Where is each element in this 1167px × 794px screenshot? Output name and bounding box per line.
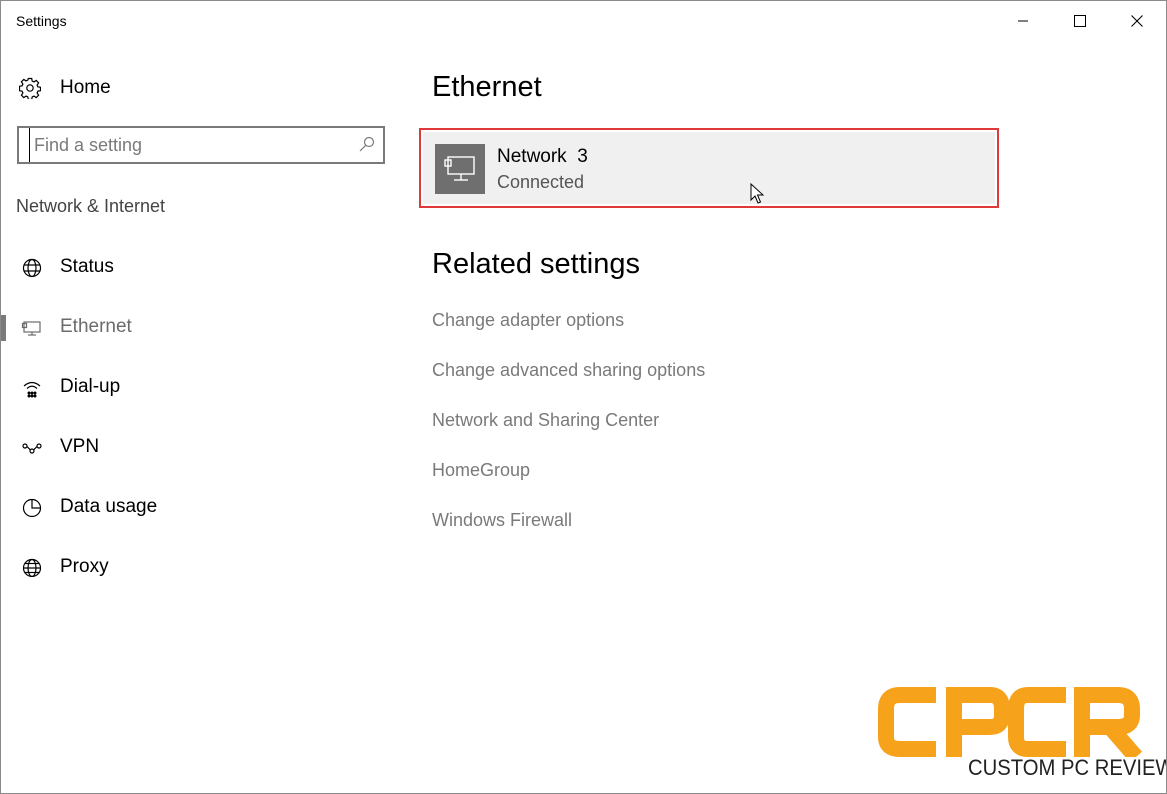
globe-status-icon: [21, 257, 43, 279]
network-connection-card[interactable]: Network 3 Connected: [419, 128, 999, 208]
home-nav-item[interactable]: Home: [19, 75, 111, 101]
globe-icon: [21, 557, 43, 579]
cpcr-logo-icon: [878, 687, 1143, 763]
home-label: Home: [60, 77, 111, 98]
link-change-adapter-options[interactable]: Change adapter options: [432, 310, 624, 331]
minimize-button[interactable]: [1000, 1, 1046, 41]
gear-icon: [19, 77, 41, 99]
main-content: Ethernet Network 3 Connected Related set…: [401, 41, 1166, 793]
card-background: Network 3 Connected: [423, 132, 995, 204]
link-homegroup[interactable]: HomeGroup: [432, 460, 530, 481]
related-settings-heading: Related settings: [432, 248, 640, 280]
network-adapter-icon: [435, 144, 485, 194]
network-status: Connected: [497, 172, 585, 192]
search-input[interactable]: [29, 128, 354, 162]
link-network-and-sharing-center[interactable]: Network and Sharing Center: [432, 410, 659, 431]
sidebar-item-ethernet[interactable]: Ethernet: [1, 307, 401, 347]
watermark-tagline: CUSTOM PC REVIEW: [968, 755, 1167, 780]
search-icon[interactable]: [359, 136, 375, 152]
link-change-advanced-sharing-options[interactable]: Change advanced sharing options: [432, 360, 705, 381]
sidebar-item-label: Status: [60, 256, 114, 277]
sidebar-item-label: Ethernet: [60, 316, 132, 337]
sidebar: Home Network & Internet Status Ethernet: [1, 41, 401, 793]
data-usage-icon: [21, 497, 43, 519]
close-button[interactable]: [1114, 1, 1160, 41]
minimize-icon: [1018, 20, 1028, 22]
sidebar-item-label: Dial-up: [60, 376, 121, 397]
link-windows-firewall[interactable]: Windows Firewall: [432, 510, 572, 531]
ethernet-icon: [21, 317, 43, 339]
close-icon: [1131, 15, 1143, 27]
window-title: Settings: [16, 13, 67, 29]
search-box[interactable]: [17, 126, 385, 164]
mouse-cursor-icon: [750, 183, 764, 204]
maximize-icon: [1074, 15, 1086, 27]
sidebar-item-vpn[interactable]: VPN: [1, 427, 401, 467]
maximize-button[interactable]: [1057, 1, 1103, 41]
sidebar-item-label: Proxy: [60, 556, 109, 577]
title-bar[interactable]: Settings: [1, 1, 1166, 41]
page-title: Ethernet: [432, 71, 542, 103]
sidebar-item-label: Data usage: [60, 496, 158, 517]
active-indicator: [1, 315, 6, 341]
network-name: Network 3: [497, 146, 588, 167]
section-label: Network & Internet: [16, 196, 166, 216]
sidebar-item-proxy[interactable]: Proxy: [1, 547, 401, 587]
cpcr-watermark-logo: CUSTOM PC REVIEW: [878, 687, 1166, 780]
sidebar-item-data-usage[interactable]: Data usage: [1, 487, 401, 527]
settings-window: Settings Home Net: [0, 0, 1167, 794]
sidebar-item-dial-up[interactable]: Dial-up: [1, 367, 401, 407]
dial-up-icon: [21, 377, 43, 399]
vpn-icon: [21, 437, 43, 459]
sidebar-item-label: VPN: [60, 436, 100, 457]
sidebar-item-status[interactable]: Status: [1, 247, 401, 287]
